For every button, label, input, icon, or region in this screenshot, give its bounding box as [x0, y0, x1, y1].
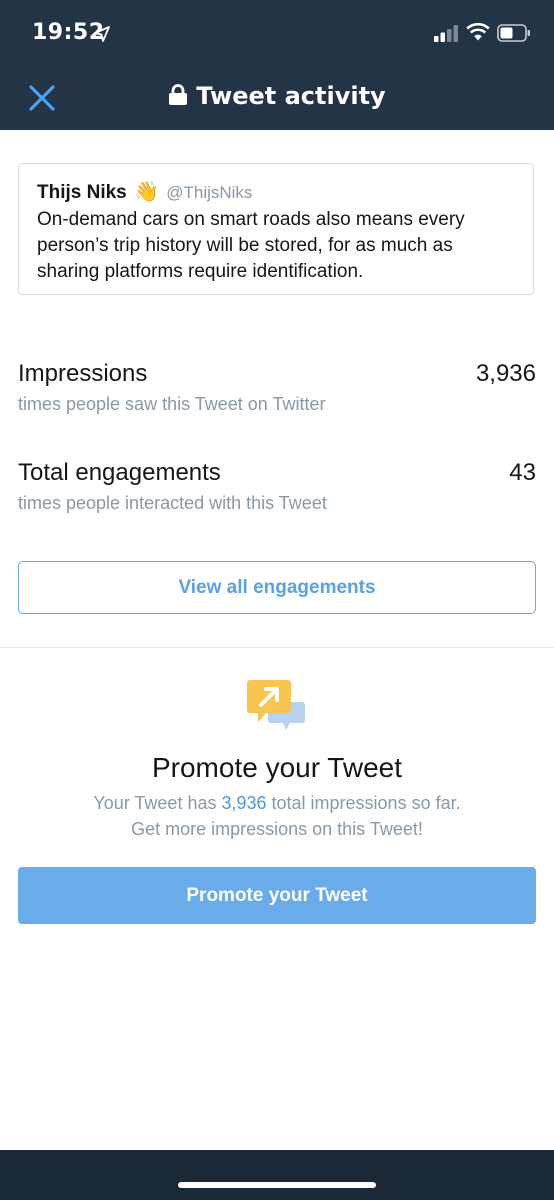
- impressions-description: times people saw this Tweet on Twitter: [18, 394, 326, 414]
- waving-hand-icon: 👋: [134, 181, 159, 203]
- location-arrow-icon: [94, 26, 110, 47]
- impressions-metric: Impressions 3,936 times people saw this …: [18, 360, 536, 415]
- promote-title: Promote your Tweet: [151, 752, 403, 783]
- engagements-label: Total engagements: [18, 459, 221, 486]
- tweet-header: Thijs Niks 👋 @ThijsNiks: [37, 180, 515, 205]
- home-bar-area: [0, 1150, 554, 1200]
- page-title-text: Tweet activity: [196, 82, 386, 110]
- home-indicator[interactable]: [178, 1182, 376, 1188]
- tweet-text: On-demand cars on smart roads also means…: [37, 209, 465, 282]
- promote-impressions-count: 3,936: [221, 793, 267, 813]
- impressions-label: Impressions: [18, 360, 148, 387]
- promote-tweet-button[interactable]: Promote your Tweet: [18, 867, 536, 924]
- engagements-value: 43: [509, 459, 536, 486]
- section-divider: [0, 647, 554, 648]
- promote-description: Your Tweet has 3,936 total impressions s…: [0, 790, 554, 842]
- promote-text-after: total impressions so far.: [266, 793, 461, 813]
- engagements-metric: Total engagements 43 times people intera…: [18, 459, 536, 514]
- signal-icon: [434, 24, 460, 47]
- page-title: Tweet activity: [0, 82, 554, 112]
- promote-text-before: Your Tweet has: [93, 793, 222, 813]
- promote-text-line2: Get more impressions on this Tweet!: [131, 819, 423, 839]
- battery-icon: [497, 24, 531, 47]
- view-all-engagements-button[interactable]: View all engagements: [18, 561, 536, 614]
- tweet-card[interactable]: Thijs Niks 👋 @ThijsNiks On-demand cars o…: [18, 163, 534, 295]
- tweet-author-name: Thijs Niks: [37, 182, 127, 203]
- tweet-author-handle: @ThijsNiks: [166, 183, 253, 202]
- impressions-value: 3,936: [475, 360, 536, 387]
- promote-chat-arrow-icon: [246, 678, 306, 737]
- lock-icon: [168, 84, 188, 112]
- app-header: 19:52 Tweet activity: [0, 0, 554, 130]
- engagements-description: times people interacted with this Tweet: [18, 493, 327, 513]
- wifi-icon: [466, 22, 490, 46]
